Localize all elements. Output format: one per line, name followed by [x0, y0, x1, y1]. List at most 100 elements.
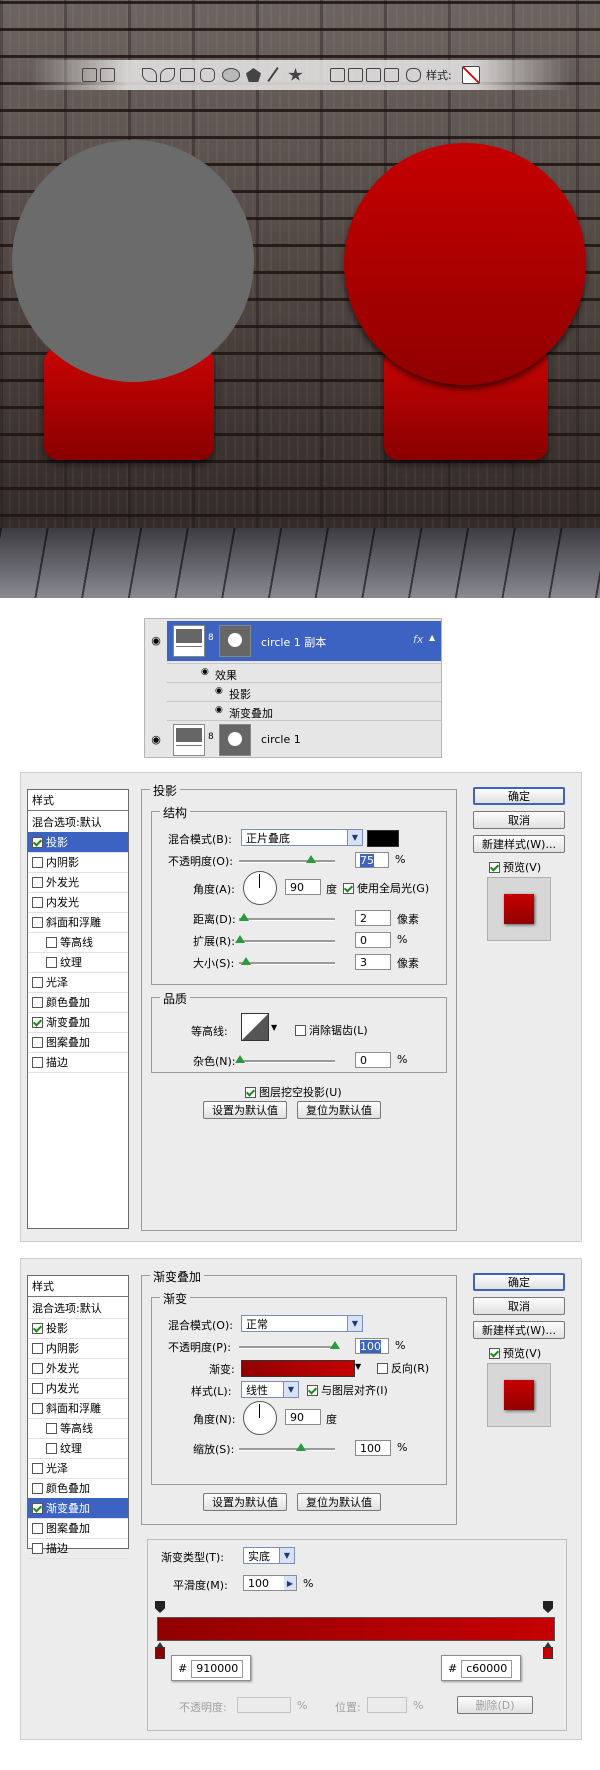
gradient-picker[interactable] [241, 1360, 355, 1377]
size-input[interactable]: 3 [355, 954, 391, 970]
style-list-item[interactable]: 等高线 [28, 1418, 128, 1439]
checkbox[interactable] [32, 1502, 43, 1514]
pen-icon[interactable] [142, 68, 157, 82]
chevron-right-icon[interactable]: ▶ [284, 1576, 296, 1590]
cancel-button[interactable]: 取消 [473, 1297, 565, 1315]
style-list-item[interactable]: 混合选项:默认 [28, 812, 128, 833]
style-list-item[interactable]: 渐变叠加 [28, 1012, 128, 1033]
checkbox[interactable] [32, 1056, 43, 1068]
angle-input[interactable]: 90 [285, 879, 321, 895]
checkbox[interactable] [32, 976, 43, 988]
link-icon[interactable] [406, 68, 421, 82]
checkbox[interactable] [46, 936, 57, 948]
gradient-style-select[interactable]: 线性 ▼ [241, 1381, 299, 1398]
checkbox[interactable] [32, 1542, 43, 1554]
chevron-down-icon[interactable]: ▼ [271, 1023, 277, 1032]
smoothness-input[interactable]: 100 ▶ [243, 1575, 297, 1591]
eye-icon[interactable]: ◉ [149, 733, 163, 747]
layer-row-circle[interactable]: 8 circle 1 [167, 720, 441, 757]
new-style-button[interactable]: 新建样式(W)... [473, 835, 565, 853]
gradient-bar[interactable] [157, 1617, 555, 1641]
eye-icon[interactable]: ◉ [149, 634, 163, 648]
style-list-item[interactable]: 颜色叠加 [28, 992, 128, 1013]
distance-slider-track[interactable] [239, 918, 335, 921]
style-list-item[interactable]: 混合选项:默认 [28, 1298, 128, 1319]
checkbox[interactable] [32, 1322, 43, 1334]
gradient-type-select[interactable]: 实底 ▼ [243, 1547, 295, 1564]
new-style-button[interactable]: 新建样式(W)... [473, 1321, 565, 1339]
noise-input[interactable]: 0 [355, 1052, 391, 1068]
style-list-item[interactable]: 投影 [28, 1318, 128, 1339]
checkbox[interactable] [32, 856, 43, 868]
rect-icon[interactable] [82, 68, 97, 82]
opacity-input[interactable]: 75 [355, 852, 389, 868]
style-list-item[interactable]: 外发光 [28, 1358, 128, 1379]
preview-checkbox[interactable]: 预览(V) [485, 1345, 541, 1361]
freeform-pen-icon[interactable] [160, 68, 175, 82]
spread-slider-track[interactable] [239, 940, 335, 943]
custom-shape-icon[interactable] [288, 68, 303, 81]
chevron-up-icon[interactable]: ▲ [429, 633, 435, 642]
spread-slider-handle[interactable] [235, 935, 245, 943]
color-hex-left[interactable]: #910000 [171, 1655, 251, 1681]
checkbox[interactable] [46, 956, 57, 968]
opacity-slider-handle[interactable] [330, 1341, 340, 1349]
style-list-item[interactable]: 内阴影 [28, 1338, 128, 1359]
size-slider-track[interactable] [239, 962, 335, 965]
style-list-item[interactable]: 光泽 [28, 972, 128, 993]
checkbox[interactable] [32, 836, 43, 848]
checkbox[interactable] [32, 1342, 43, 1354]
use-global-light-checkbox[interactable]: 使用全局光(G) [339, 880, 429, 896]
scale-input[interactable]: 100 [355, 1440, 391, 1456]
angle-dial[interactable] [243, 1401, 277, 1435]
style-list-item[interactable]: 图案叠加 [28, 1518, 128, 1539]
distance-input[interactable]: 2 [355, 910, 391, 926]
angle-dial[interactable] [243, 871, 277, 905]
subtract-shape-icon[interactable] [348, 68, 363, 82]
angle-input[interactable]: 90 [285, 1409, 321, 1425]
exclude-shape-icon[interactable] [384, 68, 399, 82]
opacity-slider-track[interactable] [239, 860, 335, 863]
style-list-item[interactable]: 颜色叠加 [28, 1478, 128, 1499]
link-icon[interactable]: 8 [208, 633, 214, 643]
checkbox[interactable] [46, 1422, 57, 1434]
reset-default-button[interactable]: 复位为默认值 [297, 1493, 381, 1511]
style-list-item[interactable]: 内阴影 [28, 852, 128, 873]
no-style-swatch-icon[interactable] [462, 66, 480, 84]
style-list-item[interactable]: 投影 [28, 832, 128, 853]
style-list-item[interactable]: 内发光 [28, 1378, 128, 1399]
blend-mode-select[interactable]: 正常 ▼ [241, 1315, 363, 1332]
style-list-item[interactable]: 斜面和浮雕 [28, 1398, 128, 1419]
style-list-item[interactable]: 内发光 [28, 892, 128, 913]
checkbox[interactable] [32, 1402, 43, 1414]
anti-alias-checkbox[interactable]: 消除锯齿(L) [291, 1022, 368, 1038]
checkbox[interactable] [32, 1016, 43, 1028]
make-default-button[interactable]: 设置为默认值 [203, 1101, 287, 1119]
ellipse-tool-icon[interactable] [222, 68, 240, 82]
opacity-slider-handle[interactable] [306, 855, 316, 863]
checkbox[interactable] [32, 916, 43, 928]
checkbox[interactable] [32, 1036, 43, 1048]
style-list-item[interactable]: 纹理 [28, 1438, 128, 1459]
contour-picker[interactable] [241, 1013, 269, 1041]
fx-icon[interactable]: fx [413, 633, 423, 646]
knockout-checkbox[interactable]: 图层挖空投影(U) [241, 1084, 342, 1100]
color-stop-right[interactable] [543, 1642, 553, 1659]
effect-row-gradient-overlay[interactable]: ◉ 渐变叠加 [167, 701, 441, 721]
style-list-item[interactable]: 斜面和浮雕 [28, 912, 128, 933]
layer-row-circle-copy[interactable]: 8 circle 1 副本 fx ▲ [167, 621, 441, 661]
rect-icon[interactable] [100, 68, 115, 82]
effect-row-drop-shadow[interactable]: ◉ 投影 [167, 682, 441, 702]
reverse-checkbox[interactable]: 反向(R) [373, 1360, 429, 1376]
link-icon[interactable]: 8 [208, 732, 214, 742]
eye-icon[interactable]: ◉ [215, 705, 223, 715]
color-stop-left[interactable] [155, 1642, 165, 1659]
checkbox[interactable] [32, 1382, 43, 1394]
effects-row[interactable]: ◉ 效果 [167, 663, 441, 683]
rounded-rectangle-tool-icon[interactable] [200, 68, 215, 82]
style-list-item[interactable]: 图案叠加 [28, 1032, 128, 1053]
checkbox[interactable] [32, 1362, 43, 1374]
line-tool-icon[interactable] [267, 66, 279, 83]
color-hex-right[interactable]: # c60000 [441, 1655, 521, 1681]
checkbox[interactable] [32, 876, 43, 888]
